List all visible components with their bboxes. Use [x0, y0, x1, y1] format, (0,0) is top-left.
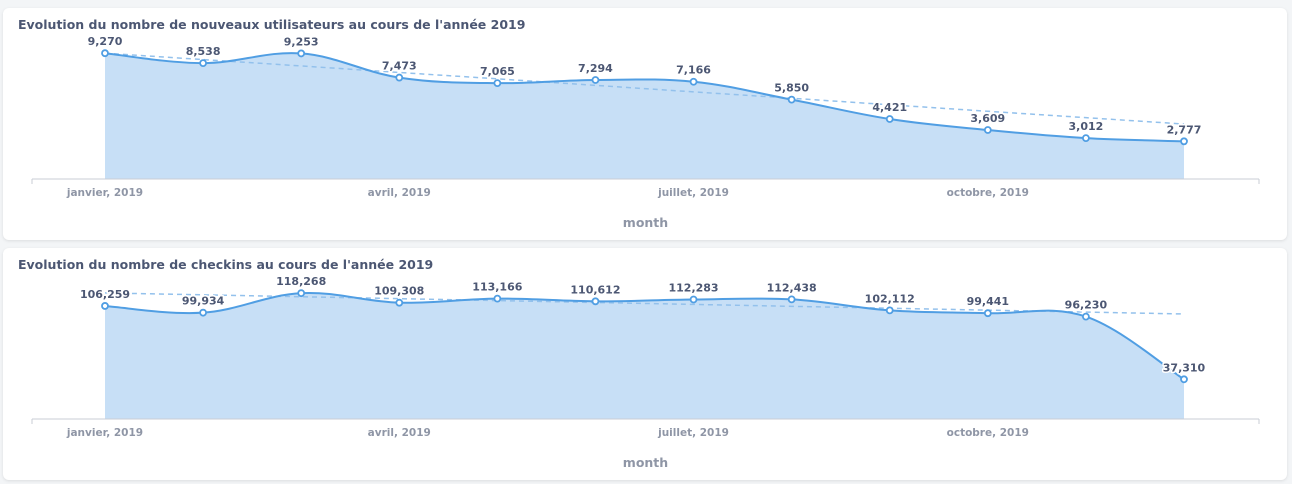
x-tick-label: octobre, 2019 [947, 427, 1029, 439]
data-point[interactable] [591, 297, 600, 306]
data-label: 37,310 [1163, 361, 1206, 374]
x-axis-title: month [623, 455, 668, 470]
data-point[interactable] [101, 49, 109, 58]
data-label: 4,421 [872, 101, 907, 114]
data-label: 109,308 [374, 285, 424, 298]
x-tick-label: juillet, 2019 [657, 427, 729, 439]
data-point[interactable] [689, 77, 698, 86]
data-point[interactable] [983, 126, 992, 134]
data-label: 99,441 [967, 295, 1009, 308]
users-chart: 9,270 8,538 9,253 7,473 7,065 7,294 7,166 5,850… [31, 34, 1260, 230]
data-label: 112,438 [767, 281, 817, 294]
data-point[interactable] [1082, 134, 1090, 143]
x-tick-label: octobre, 2019 [947, 187, 1029, 199]
data-point[interactable] [101, 302, 109, 310]
data-label: 110,612 [570, 283, 620, 296]
data-point[interactable] [493, 294, 502, 303]
data-label: 8,538 [186, 45, 221, 58]
data-point[interactable] [885, 115, 894, 123]
data-point[interactable] [297, 49, 306, 58]
data-point[interactable] [199, 308, 207, 317]
data-point[interactable] [395, 298, 404, 307]
data-label: 9,270 [88, 35, 123, 48]
data-label: 96,230 [1065, 299, 1108, 312]
data-point[interactable] [787, 295, 796, 304]
x-tick-label: janvier, 2019 [66, 187, 143, 199]
data-point[interactable] [395, 73, 404, 82]
data-point[interactable] [787, 95, 796, 104]
data-label: 3,012 [1069, 120, 1104, 133]
x-tick-label: juillet, 2019 [657, 187, 729, 199]
data-label: 9,253 [284, 35, 319, 48]
x-tick-label: avril, 2019 [368, 187, 431, 199]
data-point[interactable] [1082, 312, 1090, 321]
data-point[interactable] [885, 306, 894, 315]
data-label: 118,268 [276, 275, 326, 288]
checkins-chart-card: Evolution du nombre de checkins au cours… [3, 248, 1287, 480]
data-point[interactable] [493, 79, 502, 88]
data-label: 7,166 [676, 64, 711, 77]
checkins-chart: 106,259 99,934 118,268 109,308 113,166 110,61… [31, 274, 1260, 470]
data-label: 3,609 [970, 112, 1005, 125]
data-label: 7,294 [578, 62, 613, 75]
data-point[interactable] [591, 76, 600, 84]
data-point[interactable] [1180, 375, 1188, 384]
data-label: 7,473 [382, 60, 417, 73]
x-tick-label: avril, 2019 [368, 427, 431, 439]
data-label: 7,065 [480, 65, 515, 78]
data-label: 102,112 [865, 292, 915, 305]
users-chart-card: Evolution du nombre de nouveaux utilisat… [3, 8, 1287, 240]
data-label: 2,777 [1167, 123, 1202, 136]
x-axis-title: month [623, 215, 668, 230]
data-label: 113,166 [472, 281, 522, 294]
data-label: 112,283 [668, 282, 718, 295]
top-strip [0, 0, 1292, 4]
data-point[interactable] [199, 59, 207, 68]
data-point[interactable] [689, 295, 698, 304]
data-point[interactable] [1180, 137, 1188, 146]
data-label: 5,850 [774, 82, 809, 95]
data-label: 106,259 [80, 288, 130, 301]
data-point[interactable] [297, 289, 306, 298]
data-label: 99,934 [182, 295, 225, 308]
data-point[interactable] [983, 309, 992, 318]
x-tick-label: janvier, 2019 [66, 427, 143, 439]
area-fill [105, 53, 1184, 179]
